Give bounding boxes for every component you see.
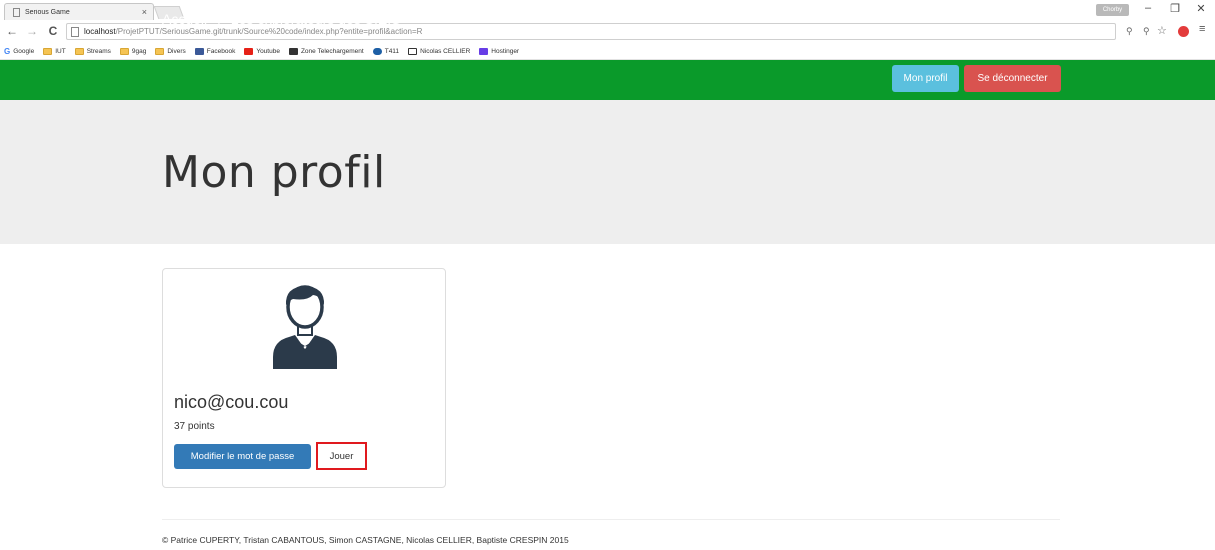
page-icon xyxy=(13,7,20,17)
bookmark-label: T411 xyxy=(384,48,400,55)
bookmark-label: Facebook xyxy=(206,48,236,55)
bookmark-label: Divers xyxy=(167,48,186,55)
tab-title: Serious Game xyxy=(25,8,70,16)
page-title: Mon profil xyxy=(162,147,386,198)
bookmark-nicolas-cellier[interactable]: Nicolas CELLIER xyxy=(408,48,470,55)
profile-chip[interactable]: Chorby xyxy=(1096,4,1129,16)
restore-icon[interactable]: ❐ xyxy=(1167,2,1183,15)
brand-link[interactable]: Les explorateurs des S.E.S xyxy=(231,11,401,27)
bookmark-label: IUT xyxy=(55,48,66,55)
reload-icon[interactable]: C xyxy=(46,24,60,38)
url-host: localhost xyxy=(84,27,116,36)
bookmark-t411[interactable]: T411 xyxy=(372,48,400,55)
home-link[interactable]: Accueil xyxy=(162,11,207,27)
youtube-icon xyxy=(244,48,254,55)
forward-icon[interactable]: → xyxy=(25,24,39,38)
folder-icon xyxy=(119,48,129,55)
profile-card: nico@cou.cou 37 points Modifier le mot d… xyxy=(162,268,446,488)
hostinger-icon xyxy=(479,48,489,55)
bookmark-google[interactable]: G Google xyxy=(4,47,34,56)
facebook-icon xyxy=(194,48,204,55)
bookmark-iut[interactable]: IUT xyxy=(43,48,66,55)
bookmark-zone-telechargement[interactable]: Zone Telechargement xyxy=(288,48,364,55)
page-header: Mon profil xyxy=(0,100,1215,244)
adblock-icon[interactable] xyxy=(1178,26,1189,37)
bookmark-youtube[interactable]: Youtube xyxy=(244,48,280,55)
google-icon: G xyxy=(4,47,11,56)
bookmark-divers[interactable]: Divers xyxy=(155,48,186,55)
bookmark-hostinger[interactable]: Hostinger xyxy=(479,48,519,55)
bookmark-label: Nicolas CELLIER xyxy=(420,48,471,55)
bookmark-9gag[interactable]: 9gag xyxy=(119,48,147,55)
navbar-brand: Accueil | Les explorateurs des S.E.S xyxy=(162,11,400,27)
logout-button[interactable]: Se déconnecter xyxy=(964,65,1061,92)
bookmark-label: 9gag xyxy=(131,48,147,55)
browser-tab[interactable]: Serious Game × xyxy=(4,3,154,20)
pin-icon[interactable]: ⚲ xyxy=(1143,26,1150,37)
folder-icon xyxy=(43,48,53,55)
bookmark-label: Youtube xyxy=(256,48,280,55)
star-icon[interactable]: ☆ xyxy=(1157,24,1167,37)
bookmark-label: Hostinger xyxy=(491,48,520,55)
menu-icon[interactable]: ≡ xyxy=(1199,23,1205,35)
user-email: nico@cou.cou xyxy=(174,392,289,412)
play-button[interactable]: Jouer xyxy=(316,442,367,470)
footer-divider xyxy=(162,519,1060,520)
zoom-icon[interactable]: ⚲ xyxy=(1126,26,1133,37)
bookmark-label: Streams xyxy=(86,48,111,55)
navbar-separator: | xyxy=(217,11,221,27)
bookmark-label: Zone Telechargement xyxy=(300,48,364,55)
back-icon[interactable]: ← xyxy=(5,24,19,38)
bookmark-facebook[interactable]: Facebook xyxy=(194,48,236,55)
bookmarks-bar: G Google IUT Streams 9gag Divers Facebook… xyxy=(0,44,1215,60)
bookmark-streams[interactable]: Streams xyxy=(74,48,111,55)
close-tab-icon[interactable]: × xyxy=(142,7,147,17)
monitor-icon xyxy=(408,48,418,55)
my-profile-button[interactable]: Mon profil xyxy=(892,65,959,92)
folder-icon xyxy=(74,48,84,55)
close-window-icon[interactable]: ✕ xyxy=(1193,2,1209,15)
user-avatar-icon xyxy=(273,285,337,369)
footer-credits: © Patrice CUPERTY, Tristan CABANTOUS, Si… xyxy=(162,535,569,545)
folder-icon xyxy=(155,48,165,55)
user-points: 37 points xyxy=(174,421,215,432)
change-password-button[interactable]: Modifier le mot de passe xyxy=(174,444,311,469)
t411-icon xyxy=(372,48,382,55)
page-info-icon xyxy=(71,26,79,37)
url-path: /ProjetPTUT/SeriousGame.git/trunk/Source… xyxy=(115,27,423,36)
minimize-icon[interactable]: – xyxy=(1140,2,1156,14)
bookmark-label: Google xyxy=(13,48,35,55)
zone-icon xyxy=(288,48,298,55)
